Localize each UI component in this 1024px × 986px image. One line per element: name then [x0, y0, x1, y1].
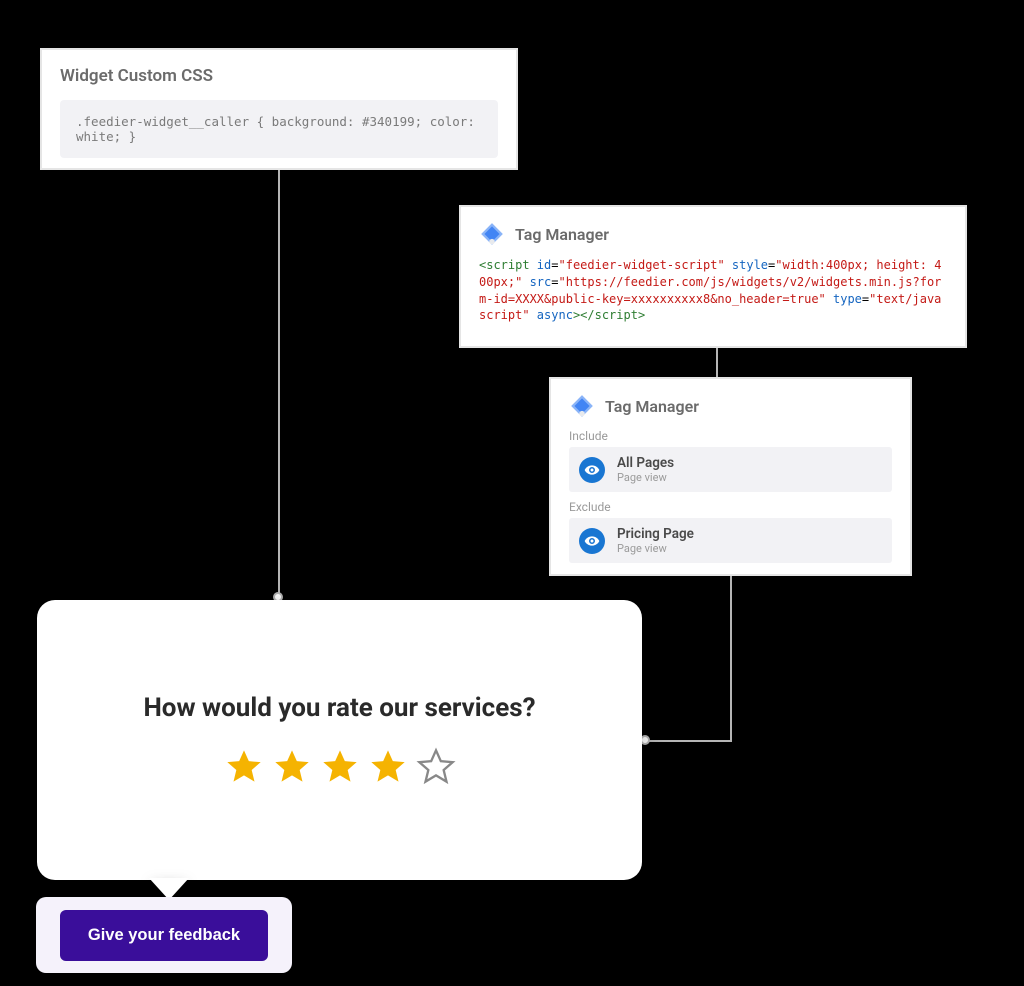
include-label: Include — [569, 429, 892, 443]
panel-header: Tag Manager — [569, 393, 892, 419]
connector-line — [730, 576, 732, 742]
star-filled-icon[interactable] — [272, 747, 312, 787]
pageview-icon — [579, 457, 605, 483]
panel-title: Tag Manager — [515, 225, 609, 244]
star-filled-icon[interactable] — [224, 747, 264, 787]
panel-title: Widget Custom CSS — [60, 66, 498, 86]
widget-custom-css-panel: Widget Custom CSS .feedier-widget__calle… — [40, 48, 518, 170]
trigger-row-include[interactable]: All Pages Page view — [569, 447, 892, 492]
panel-header: Tag Manager — [479, 221, 947, 247]
trigger-title: Pricing Page — [617, 526, 694, 542]
star-empty-icon[interactable] — [416, 747, 456, 787]
trigger-text: Pricing Page Page view — [617, 526, 694, 555]
tag-manager-triggers-panel: Tag Manager Include All Pages Page view … — [549, 377, 912, 576]
star-filled-icon[interactable] — [368, 747, 408, 787]
tag-manager-icon — [569, 393, 595, 419]
trigger-subtitle: Page view — [617, 542, 694, 555]
exclude-label: Exclude — [569, 500, 892, 514]
trigger-title: All Pages — [617, 455, 674, 471]
survey-card: How would you rate our services? — [37, 600, 642, 880]
connector-line — [716, 348, 718, 377]
panel-title: Tag Manager — [605, 397, 699, 416]
trigger-row-exclude[interactable]: Pricing Page Page view — [569, 518, 892, 563]
tag-manager-script-panel: Tag Manager <script id="feedier-widget-s… — [459, 205, 967, 348]
feedback-button-container: Give your feedback — [36, 897, 292, 973]
give-feedback-button[interactable]: Give your feedback — [60, 910, 268, 961]
css-code-snippet: .feedier-widget__caller { background: #3… — [60, 100, 498, 158]
survey-stars[interactable] — [224, 747, 456, 787]
tag-manager-icon — [479, 221, 505, 247]
star-filled-icon[interactable] — [320, 747, 360, 787]
survey-widget: How would you rate our services? — [37, 600, 642, 880]
pageview-icon — [579, 528, 605, 554]
trigger-text: All Pages Page view — [617, 455, 674, 484]
connector-line — [278, 170, 280, 600]
trigger-subtitle: Page view — [617, 471, 674, 484]
script-code-snippet: <script id="feedier-widget-script" style… — [479, 257, 947, 324]
connector-line — [649, 740, 732, 742]
survey-question: How would you rate our services? — [143, 693, 535, 723]
